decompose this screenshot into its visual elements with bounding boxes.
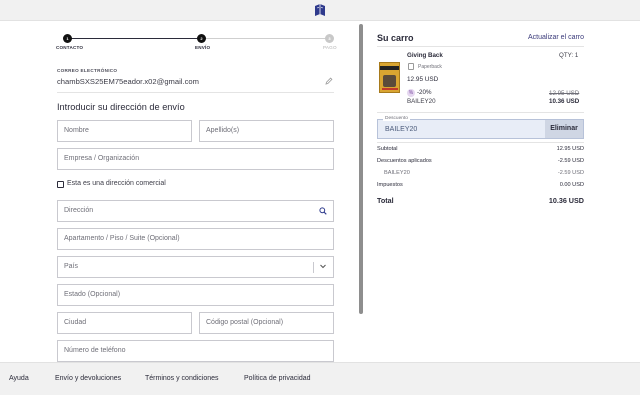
footer: Ayuda Envío y devoluciones Términos y co… bbox=[0, 362, 640, 395]
commercial-address-checkbox[interactable] bbox=[57, 181, 64, 188]
taxes-label: Impuestos bbox=[377, 182, 403, 188]
city-placeholder: Ciudad bbox=[64, 319, 87, 326]
footer-link-privacy[interactable]: Política de privacidad bbox=[244, 375, 311, 382]
first-name-field[interactable]: Nombre bbox=[57, 120, 192, 142]
postal-code-field[interactable]: Código postal (Opcional) bbox=[199, 312, 334, 334]
cart-item-qty: QTY: 1 bbox=[559, 52, 579, 59]
city-field[interactable]: Ciudad bbox=[57, 312, 192, 334]
step-shipping-label[interactable]: ENVÍO bbox=[195, 45, 210, 50]
phone-field[interactable]: Número de teléfono bbox=[57, 340, 334, 362]
remove-discount-button[interactable]: Eliminar bbox=[545, 120, 583, 138]
chevron-down-icon[interactable] bbox=[319, 262, 327, 270]
select-separator bbox=[313, 262, 314, 273]
checkout-progress: 1 CONTACTO 2 ENVÍO 3 PAGO bbox=[56, 34, 337, 58]
company-field[interactable]: Empresa / Organización bbox=[57, 148, 334, 170]
cart-divider bbox=[377, 46, 584, 47]
company-placeholder: Empresa / Organización bbox=[64, 155, 140, 162]
cart-panel: Su carro Actualizar el carro Giving Back… bbox=[366, 21, 640, 362]
step-payment-label: PAGO bbox=[323, 45, 337, 50]
total-value: 10.36 USD bbox=[548, 196, 584, 205]
postal-code-placeholder: Código postal (Opcional) bbox=[206, 319, 284, 326]
cart-item-format: Paperback bbox=[418, 64, 442, 70]
taxes-value: 0.00 USD bbox=[559, 182, 584, 188]
discount-percent: -20% bbox=[417, 89, 432, 96]
footer-link-shipping-returns[interactable]: Envío y devoluciones bbox=[55, 375, 121, 382]
step-contact-label[interactable]: CONTACTO bbox=[56, 45, 83, 50]
progress-line-done bbox=[65, 38, 201, 39]
address-field[interactable]: Dirección bbox=[57, 200, 334, 222]
step-contact-dot[interactable]: 1 bbox=[63, 34, 72, 43]
cart-item-price: 12.95 USD bbox=[407, 76, 439, 83]
discount-code-text: BAILEY20 bbox=[407, 98, 436, 105]
email-label: CORREO ELECTRÓNICO bbox=[57, 68, 118, 73]
step-shipping-dot[interactable]: 2 bbox=[197, 34, 206, 43]
discount-code-value: BAILEY20 bbox=[385, 126, 418, 133]
footer-link-help[interactable]: Ayuda bbox=[9, 375, 29, 382]
state-placeholder: Estado (Opcional) bbox=[64, 291, 121, 298]
cart-divider bbox=[377, 142, 584, 143]
country-select[interactable]: País bbox=[57, 256, 334, 278]
cart-item-title: Giving Back bbox=[407, 52, 443, 59]
book-cover-image bbox=[379, 62, 400, 93]
discounted-price: 10.36 USD bbox=[549, 98, 580, 105]
discount-code-input[interactable]: BAILEY20 Eliminar bbox=[377, 119, 584, 139]
footer-link-terms[interactable]: Términos y condiciones bbox=[145, 375, 219, 382]
book-logo-icon[interactable] bbox=[313, 3, 327, 18]
top-bar bbox=[0, 0, 640, 21]
discounts-value: -2.59 USD bbox=[557, 158, 584, 164]
country-placeholder: País bbox=[64, 263, 79, 270]
total-label: Total bbox=[377, 196, 394, 205]
step-payment-dot: 3 bbox=[325, 34, 334, 43]
apartment-placeholder: Apartamento / Piso / Suite (Opcional) bbox=[64, 235, 180, 242]
commercial-address-label[interactable]: Esta es una dirección comercial bbox=[67, 180, 166, 187]
percent-icon: % bbox=[407, 89, 415, 97]
last-name-field[interactable]: Apellido(s) bbox=[199, 120, 334, 142]
original-price: 12.95 USD bbox=[549, 90, 580, 97]
update-cart-link[interactable]: Actualizar el carro bbox=[528, 34, 584, 41]
phone-placeholder: Número de teléfono bbox=[64, 347, 126, 354]
subtotal-value: 12.95 USD bbox=[556, 146, 584, 152]
discount-code-summary-value: -2.59 USD bbox=[557, 170, 584, 176]
cart-title: Su carro bbox=[377, 33, 414, 43]
subtotal-label: Subtotal bbox=[377, 146, 398, 152]
last-name-placeholder: Apellido(s) bbox=[206, 127, 240, 134]
pencil-icon[interactable] bbox=[325, 77, 333, 85]
apartment-field[interactable]: Apartamento / Piso / Suite (Opcional) bbox=[57, 228, 334, 250]
progress-line-pending bbox=[201, 38, 329, 39]
state-field[interactable]: Estado (Opcional) bbox=[57, 284, 334, 306]
checkout-form-panel: 1 CONTACTO 2 ENVÍO 3 PAGO CORREO ELECTRÓ… bbox=[0, 21, 362, 362]
form-scrollbar[interactable] bbox=[359, 24, 363, 314]
discounts-label: Descuentos aplicados bbox=[377, 158, 432, 164]
contact-divider bbox=[57, 92, 334, 93]
discount-code-legend: Descuento bbox=[383, 116, 410, 121]
book-icon bbox=[408, 63, 414, 70]
search-icon[interactable] bbox=[319, 207, 327, 215]
email-value: chambSXS25EM75eador.x02@gmail.com bbox=[57, 77, 199, 86]
first-name-placeholder: Nombre bbox=[64, 127, 89, 134]
address-placeholder: Dirección bbox=[64, 207, 94, 214]
shipping-section-title: Introducir su dirección de envío bbox=[57, 102, 185, 112]
discount-code-summary-label: BAILEY20 bbox=[384, 170, 410, 176]
cart-divider bbox=[377, 112, 584, 113]
